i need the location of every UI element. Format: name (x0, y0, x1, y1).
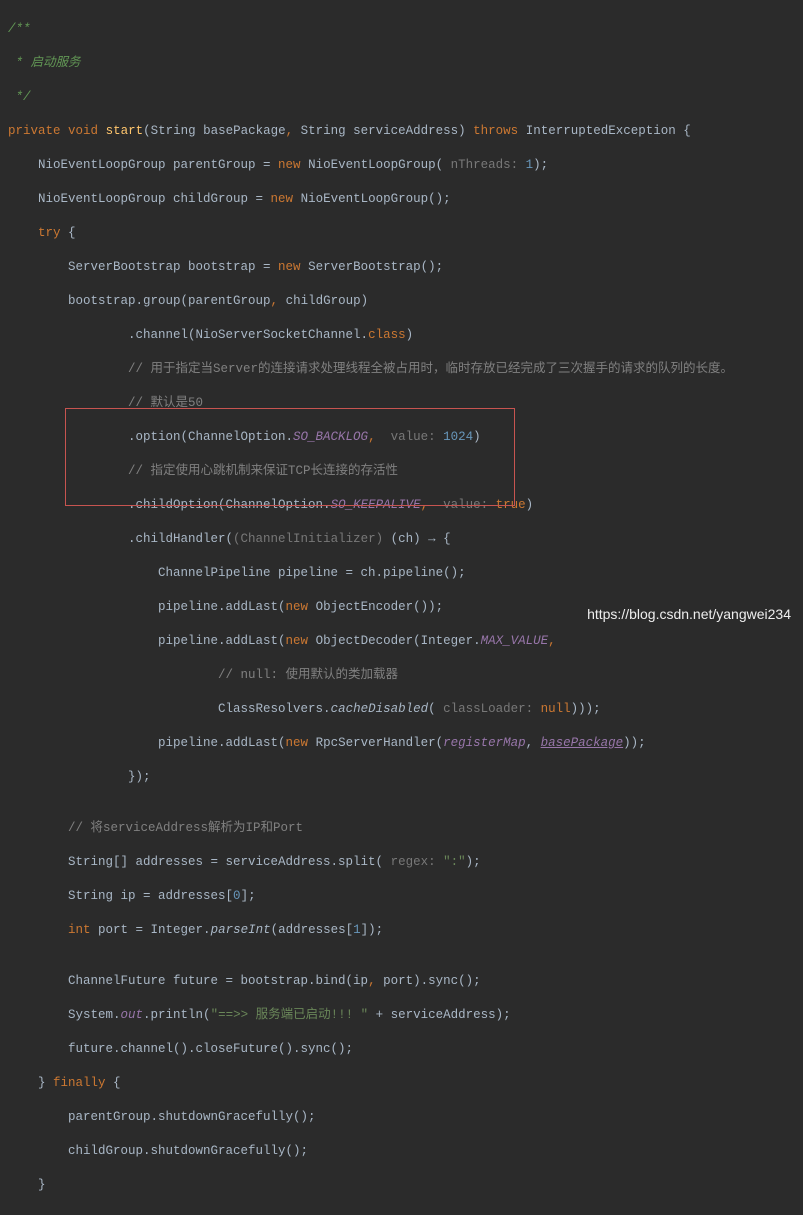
kw-try: try (38, 226, 61, 240)
comment: // 将serviceAddress解析为IP和Port (8, 821, 303, 835)
doc-open: /** (8, 22, 31, 36)
comment: // 用于指定当Server的连接请求处理线程全被占用时，临时存放已经完成了三次… (8, 362, 733, 376)
watermark: https://blog.csdn.net/yangwei234 (587, 606, 791, 623)
sig-args: (String basePackage (143, 124, 286, 138)
comment: // 默认是50 (8, 396, 203, 410)
param-hint: nThreads: (443, 158, 526, 172)
kw-finally: finally (53, 1076, 106, 1090)
comment: // null: 使用默认的类加载器 (8, 668, 398, 682)
method-name: start (106, 124, 144, 138)
doc-close: */ (16, 90, 31, 104)
kw-throws: throws (473, 124, 518, 138)
kw-void: void (68, 124, 98, 138)
doc-line: * 启动服务 (16, 56, 81, 70)
kw-private: private (8, 124, 61, 138)
comment: // 指定使用心跳机制来保证TCP长连接的存活性 (8, 464, 398, 478)
